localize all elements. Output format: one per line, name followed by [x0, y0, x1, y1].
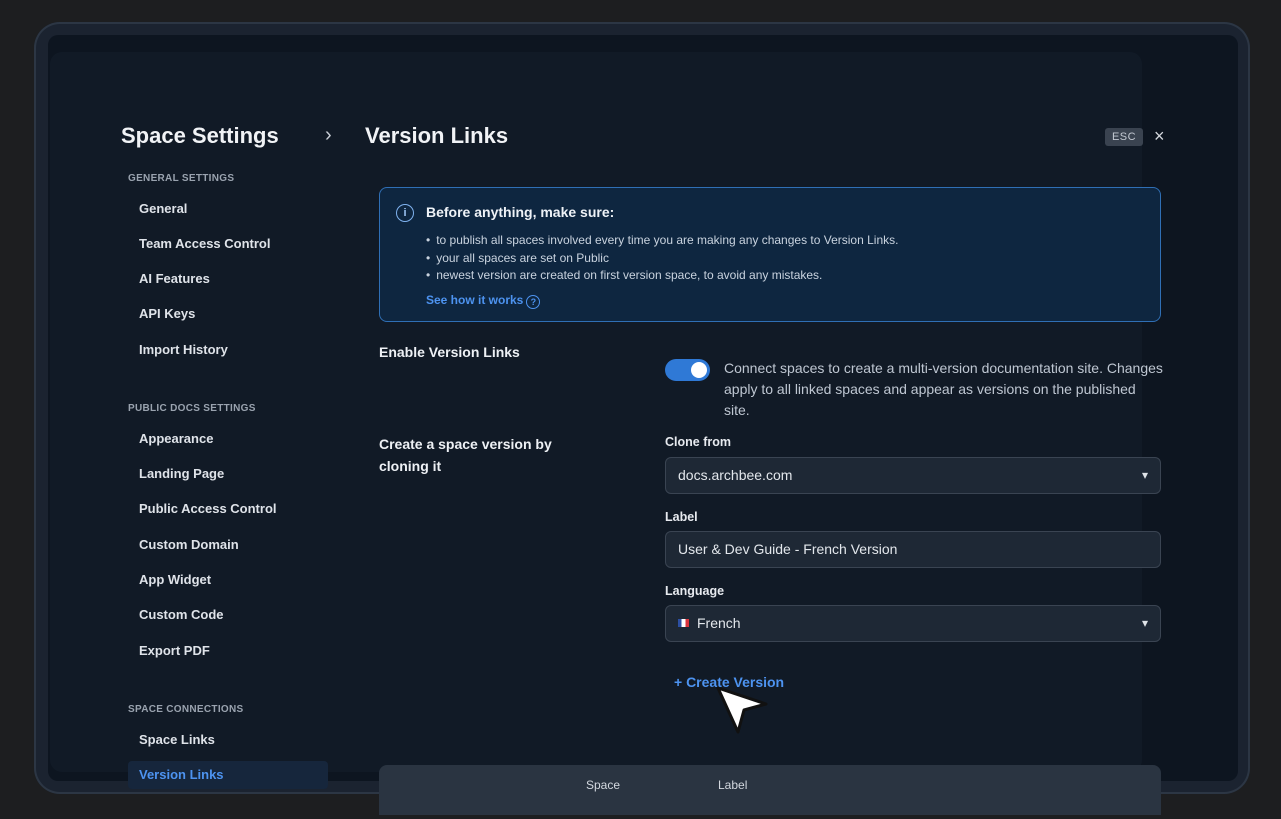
mouse-cursor-icon: [716, 686, 772, 741]
sidebar-item-ai-features[interactable]: AI Features: [128, 265, 328, 293]
sidebar-section-public-docs: PUBLIC DOCS SETTINGS: [128, 403, 256, 414]
sidebar-item-appearance[interactable]: Appearance: [128, 425, 328, 453]
sidebar-item-import-history[interactable]: Import History: [128, 336, 328, 364]
settings-modal: Space Settings › Version Links ESC × GEN…: [50, 52, 1165, 815]
see-how-it-works-label: See how it works: [426, 293, 524, 307]
chevron-down-icon: ▾: [1141, 616, 1148, 630]
enable-version-links-label: Enable Version Links: [379, 344, 520, 360]
clone-from-label: Clone from: [665, 435, 731, 449]
language-value: French: [697, 615, 741, 631]
info-list: to publish all spaces involved every tim…: [426, 232, 898, 285]
sidebar-item-custom-domain[interactable]: Custom Domain: [128, 531, 328, 559]
toggle-knob: [691, 362, 707, 378]
sidebar-item-space-links[interactable]: Space Links: [128, 726, 328, 754]
info-bullet: to publish all spaces involved every tim…: [426, 232, 898, 250]
modal-title: Space Settings: [121, 123, 279, 148]
esc-hint: ESC: [1105, 128, 1143, 146]
info-bullet: your all spaces are set on Public: [426, 250, 898, 268]
sidebar-item-app-widget[interactable]: App Widget: [128, 566, 328, 594]
sidebar-item-team-access-control[interactable]: Team Access Control: [128, 230, 328, 258]
see-how-it-works-link[interactable]: See how it works?: [426, 293, 541, 309]
sidebar-item-api-keys[interactable]: API Keys: [128, 300, 328, 328]
info-bullet: newest version are created on first vers…: [426, 267, 898, 285]
column-space: Space: [586, 778, 621, 792]
info-title: Before anything, make sure:: [426, 204, 615, 220]
sidebar-item-version-links[interactable]: Version Links: [128, 761, 328, 789]
enable-version-links-description: Connect spaces to create a multi-version…: [724, 360, 1163, 418]
label-input-value: User & Dev Guide - French Version: [678, 541, 898, 557]
sidebar-section-space-connections: SPACE CONNECTIONS: [128, 704, 244, 715]
language-label: Language: [665, 584, 725, 598]
label-field-label: Label: [665, 510, 698, 524]
label-input[interactable]: User & Dev Guide - French Version: [665, 531, 1161, 568]
help-icon: ?: [526, 295, 541, 309]
info-callout: i Before anything, make sure: to publish…: [379, 187, 1161, 322]
clone-from-select[interactable]: docs.archbee.com ▾: [665, 457, 1161, 494]
clone-from-value: docs.archbee.com: [678, 467, 793, 483]
chevron-down-icon: ▾: [1141, 468, 1148, 482]
sidebar-item-general[interactable]: General: [128, 195, 328, 223]
chevron-right-icon: ›: [325, 124, 332, 146]
page-title: Version Links: [365, 123, 509, 148]
close-icon[interactable]: ×: [1154, 126, 1165, 147]
sidebar-section-general: GENERAL SETTINGS: [128, 173, 235, 184]
sidebar-item-export-pdf[interactable]: Export PDF: [128, 637, 328, 665]
language-select[interactable]: French ▾: [665, 605, 1161, 642]
create-space-version-label: Create a space version by cloning it: [379, 436, 552, 474]
versions-table-header: Space Label: [379, 765, 1161, 815]
info-icon: i: [396, 204, 414, 222]
enable-version-links-toggle[interactable]: [665, 359, 710, 381]
sidebar-item-custom-code[interactable]: Custom Code: [128, 601, 328, 629]
sidebar-item-landing-page[interactable]: Landing Page: [128, 460, 328, 488]
column-label: Label: [718, 778, 748, 792]
french-flag-icon: [678, 619, 689, 627]
sidebar-item-public-access-control[interactable]: Public Access Control: [128, 495, 328, 523]
